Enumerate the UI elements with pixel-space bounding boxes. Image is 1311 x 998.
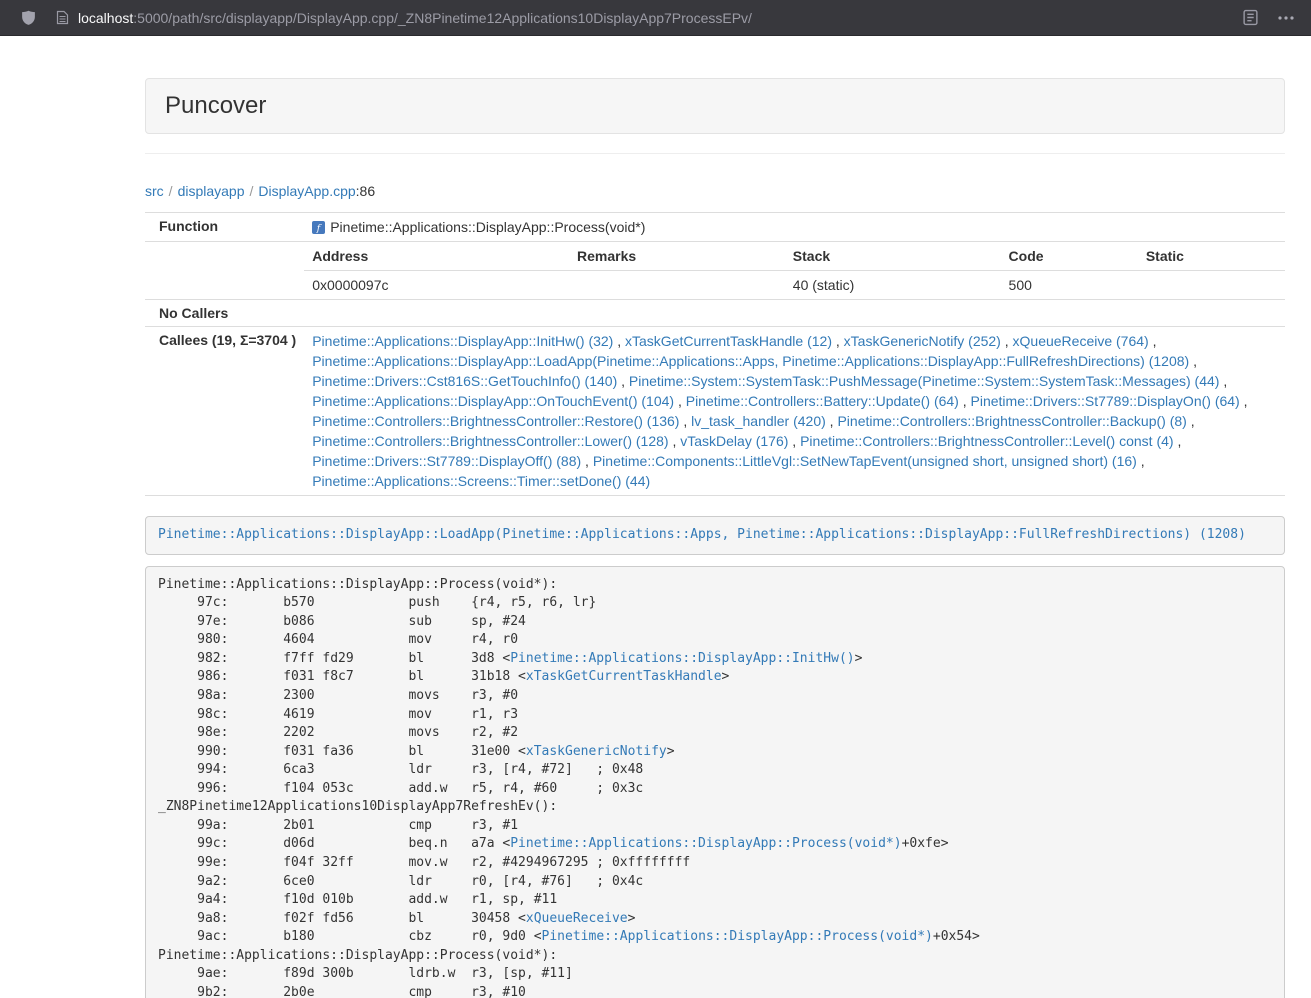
- breadcrumb-separator: /: [169, 183, 173, 199]
- reader-view-icon[interactable]: [1242, 9, 1259, 26]
- column-header-remarks: Remarks: [569, 242, 785, 271]
- browser-chrome: localhost:5000/path/src/displayapp/Displ…: [0, 0, 1311, 36]
- breadcrumb: src/displayapp/DisplayApp.cpp:86: [145, 183, 1285, 199]
- callee-link[interactable]: Pinetime::Applications::DisplayApp::Load…: [312, 353, 1189, 369]
- remarks-value: [569, 271, 785, 300]
- function-symbol-icon: f: [312, 221, 325, 234]
- function-detail-table: Function f Pinetime::Applications::Displ…: [145, 212, 1285, 496]
- callees-label: Callees (19, Σ=3704 ): [145, 327, 304, 496]
- callee-link[interactable]: Pinetime::System::SystemTask::PushMessag…: [629, 373, 1220, 389]
- callee-link[interactable]: xTaskGenericNotify (252): [844, 333, 1001, 349]
- code-symbol-link[interactable]: xTaskGenericNotify: [526, 744, 667, 759]
- stack-value: 40 (static): [785, 271, 1001, 300]
- callee-link[interactable]: vTaskDelay (176): [680, 433, 788, 449]
- breadcrumb-separator: /: [250, 183, 254, 199]
- app-title: Puncover: [165, 92, 266, 119]
- column-header-code: Code: [1001, 242, 1138, 271]
- address-bar[interactable]: localhost:5000/path/src/displayapp/Displ…: [56, 10, 752, 26]
- address-value: 0x0000097c: [304, 271, 569, 300]
- function-row: Function f Pinetime::Applications::Displ…: [145, 213, 1285, 242]
- code-symbol-link[interactable]: Pinetime::Applications::DisplayApp::Proc…: [542, 929, 933, 944]
- column-header-static: Static: [1138, 242, 1285, 271]
- metrics-table: Address Remarks Stack Code Static 0x0000…: [304, 242, 1285, 299]
- callee-link[interactable]: Pinetime::Drivers::St7789::DisplayOn() (…: [971, 393, 1240, 409]
- url-host: localhost: [78, 10, 133, 26]
- divider: [145, 153, 1285, 154]
- empty-label-cell: [145, 242, 304, 300]
- breadcrumb-line-number: :86: [356, 183, 375, 199]
- breadcrumb-link-file[interactable]: DisplayApp.cpp: [258, 183, 355, 199]
- column-header-stack: Stack: [785, 242, 1001, 271]
- url-text: localhost:5000/path/src/displayapp/Displ…: [78, 10, 752, 26]
- callee-link[interactable]: Pinetime::Controllers::BrightnessControl…: [312, 413, 679, 429]
- metrics-row: Address Remarks Stack Code Static 0x0000…: [145, 242, 1285, 300]
- callee-link[interactable]: Pinetime::Applications::DisplayApp::Init…: [312, 333, 613, 349]
- shield-icon[interactable]: [20, 9, 37, 27]
- code-symbol-link[interactable]: xQueueReceive: [526, 911, 628, 926]
- main-content: Puncover src/displayapp/DisplayApp.cpp:8…: [145, 36, 1285, 998]
- code-header-link[interactable]: Pinetime::Applications::DisplayApp::Load…: [158, 527, 1246, 542]
- toolbar-buttons: [1242, 9, 1299, 26]
- overflow-menu-icon[interactable]: [1277, 10, 1295, 26]
- code-symbol-link[interactable]: Pinetime::Applications::DisplayApp::Init…: [510, 651, 854, 666]
- breadcrumb-link-src[interactable]: src: [145, 183, 164, 199]
- code-size-value: 500: [1001, 271, 1138, 300]
- no-callers-label: No Callers: [145, 300, 304, 327]
- callee-link[interactable]: Pinetime::Controllers::Battery::Update()…: [686, 393, 959, 409]
- function-name-cell: f Pinetime::Applications::DisplayApp::Pr…: [312, 217, 1277, 237]
- callee-link[interactable]: Pinetime::Components::LittleVgl::SetNewT…: [593, 453, 1137, 469]
- no-callers-row: No Callers: [145, 300, 1285, 327]
- page-icon: [56, 10, 69, 25]
- function-name: Pinetime::Applications::DisplayApp::Proc…: [330, 217, 645, 237]
- function-row-label: Function: [145, 213, 304, 242]
- callee-link[interactable]: Pinetime::Controllers::BrightnessControl…: [800, 433, 1173, 449]
- callee-link[interactable]: Pinetime::Controllers::BrightnessControl…: [837, 413, 1186, 429]
- callee-link[interactable]: lv_task_handler (420): [691, 413, 826, 429]
- metrics-header-row: Address Remarks Stack Code Static: [304, 242, 1285, 271]
- callees-list: Pinetime::Applications::DisplayApp::Init…: [304, 327, 1285, 496]
- code-symbol-link[interactable]: xTaskGetCurrentTaskHandle: [526, 669, 722, 684]
- code-symbol-link[interactable]: Pinetime::Applications::DisplayApp::Proc…: [510, 836, 901, 851]
- disassembly-code: Pinetime::Applications::DisplayApp::Proc…: [145, 566, 1285, 998]
- callee-link[interactable]: Pinetime::Drivers::St7789::DisplayOff() …: [312, 453, 581, 469]
- app-header-panel: Puncover: [145, 78, 1285, 134]
- code-header: Pinetime::Applications::DisplayApp::Load…: [145, 516, 1285, 555]
- url-path: :5000/path/src/displayapp/DisplayApp.cpp…: [133, 10, 752, 26]
- callees-row: Callees (19, Σ=3704 ) Pinetime::Applicat…: [145, 327, 1285, 496]
- static-value: [1138, 271, 1285, 300]
- callee-link[interactable]: xTaskGetCurrentTaskHandle (12): [625, 333, 832, 349]
- metrics-value-row: 0x0000097c 40 (static) 500: [304, 271, 1285, 300]
- callee-link[interactable]: Pinetime::Drivers::Cst816S::GetTouchInfo…: [312, 373, 617, 389]
- callee-link[interactable]: Pinetime::Applications::Screens::Timer::…: [312, 473, 650, 489]
- callee-link[interactable]: Pinetime::Applications::DisplayApp::OnTo…: [312, 393, 674, 409]
- column-header-address: Address: [304, 242, 569, 271]
- callee-link[interactable]: xQueueReceive (764): [1013, 333, 1149, 349]
- breadcrumb-link-displayapp[interactable]: displayapp: [178, 183, 245, 199]
- callee-link[interactable]: Pinetime::Controllers::BrightnessControl…: [312, 433, 668, 449]
